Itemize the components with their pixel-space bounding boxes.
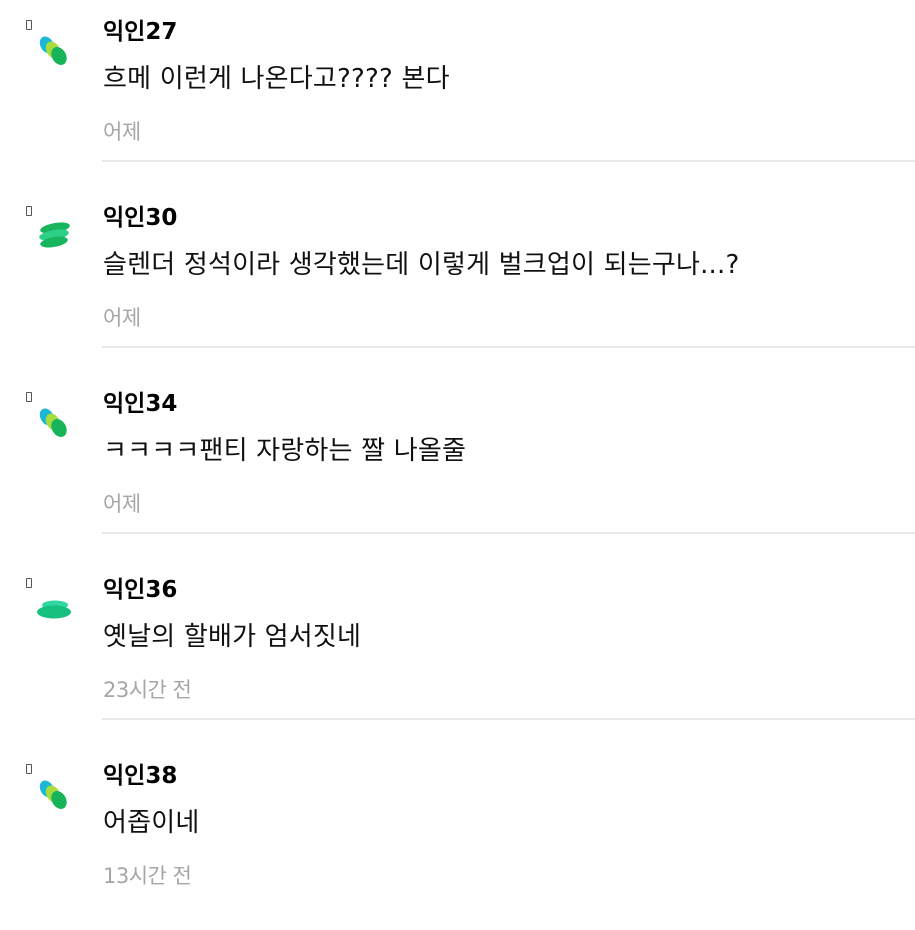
avatar[interactable] [34,402,74,446]
avatar[interactable] [34,30,74,74]
divider [102,718,915,720]
comment-text: 어좁이네 [103,808,200,838]
author-name[interactable]: 익인30 [103,198,177,232]
comment-text: ㅋㅋㅋㅋ팬티 자랑하는 짤 나올줄 [103,436,467,466]
comment-item: 익인34 ㅋㅋㅋㅋ팬티 자랑하는 짤 나올줄 어제 [0,372,915,558]
marker-icon [26,392,32,402]
marker-icon [26,206,32,216]
tri-dot-icon [39,780,67,809]
divider [102,346,915,348]
author-name[interactable]: 익인36 [103,570,177,604]
comment-time: 23시간 전 [103,678,192,702]
comment-item: 익인36 옛날의 할배가 엄서짓네 23시간 전 [0,558,915,744]
author-name[interactable]: 익인38 [103,756,177,790]
avatar[interactable] [34,588,74,632]
comment-time: 어제 [103,120,141,144]
comment-item: 익인30 슬렌더 정석이라 생각했는데 이렇게 벌크업이 되는구나...? 어제 [0,186,915,372]
comment-item: 익인27 흐메 이런게 나온다고???? 본다 어제 [0,0,915,186]
comment-time: 어제 [103,492,141,516]
marker-icon [26,20,32,30]
marker-icon [26,764,32,774]
tri-dot-icon [39,36,67,65]
stacked-leaf-icon [39,222,70,248]
comment-text: 옛날의 할배가 엄서짓네 [103,622,362,652]
comment-text: 흐메 이런게 나온다고???? 본다 [103,64,450,94]
author-name[interactable]: 익인34 [103,384,177,418]
comment-item: 익인38 어좁이네 13시간 전 [0,744,915,930]
avatar[interactable] [34,216,74,260]
avatar[interactable] [34,774,74,818]
divider [102,160,915,162]
divider [102,532,915,534]
comment-text: 슬렌더 정석이라 생각했는데 이렇게 벌크업이 되는구나...? [103,250,740,280]
tri-dot-icon [39,408,67,437]
comment-time: 어제 [103,306,141,330]
author-name[interactable]: 익인27 [103,12,177,46]
disc-icon [37,600,71,619]
comment-time: 13시간 전 [103,864,192,888]
marker-icon [26,578,32,588]
